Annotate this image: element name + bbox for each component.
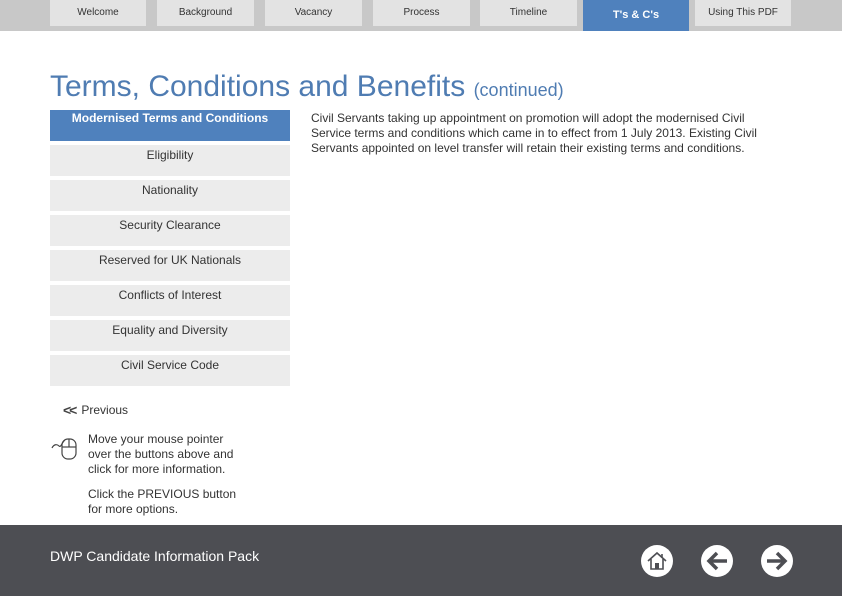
page-title-main: Terms, Conditions and Benefits <box>50 70 466 103</box>
home-icon <box>647 551 667 570</box>
tab-timeline[interactable]: Timeline <box>480 0 577 26</box>
menu-item-reserved-uk-nationals[interactable]: Reserved for UK Nationals <box>50 250 290 281</box>
arrow-right-icon <box>767 551 788 571</box>
page-title-suffix: (continued) <box>473 80 564 100</box>
arrow-left-icon <box>706 551 727 571</box>
menu-item-conflicts-of-interest[interactable]: Conflicts of Interest <box>50 285 290 316</box>
content-body: Civil Servants taking up appointment on … <box>311 111 757 155</box>
tab-using-this-pdf[interactable]: Using This PDF <box>695 0 791 26</box>
tab-background[interactable]: Background <box>157 0 254 26</box>
tab-process[interactable]: Process <box>373 0 470 26</box>
home-button[interactable] <box>641 545 673 577</box>
forward-button[interactable] <box>761 545 793 577</box>
page-title: Terms, Conditions and Benefits (continue… <box>50 70 564 104</box>
menu-item-equality-diversity[interactable]: Equality and Diversity <box>50 320 290 351</box>
menu-item-eligibility[interactable]: Eligibility <box>50 145 290 176</box>
section-menu: Modernised Terms and Conditions Eligibil… <box>50 110 290 390</box>
double-chevron-left-icon: << <box>63 402 77 418</box>
previous-button[interactable]: << Previous <box>63 402 128 418</box>
menu-item-nationality[interactable]: Nationality <box>50 180 290 211</box>
previous-label: Previous <box>81 403 129 417</box>
menu-item-civil-service-code[interactable]: Civil Service Code <box>50 355 290 386</box>
mouse-icon <box>51 434 79 467</box>
menu-item-modernised-terms[interactable]: Modernised Terms and Conditions <box>50 110 290 141</box>
help-instruction-previous: Click the PREVIOUS button for more optio… <box>88 487 237 516</box>
menu-item-security-clearance[interactable]: Security Clearance <box>50 215 290 246</box>
back-button[interactable] <box>701 545 733 577</box>
tab-ts-and-cs[interactable]: T's & C's <box>583 0 689 31</box>
tab-welcome[interactable]: Welcome <box>50 0 146 26</box>
tab-vacancy[interactable]: Vacancy <box>265 0 362 26</box>
help-instruction-hover: Move your mouse pointer over the buttons… <box>88 432 234 476</box>
top-navigation: Welcome Background Vacancy Process Timel… <box>0 0 842 31</box>
footer-bar: DWP Candidate Information Pack <box>0 525 842 596</box>
footer-title: DWP Candidate Information Pack <box>50 548 260 564</box>
